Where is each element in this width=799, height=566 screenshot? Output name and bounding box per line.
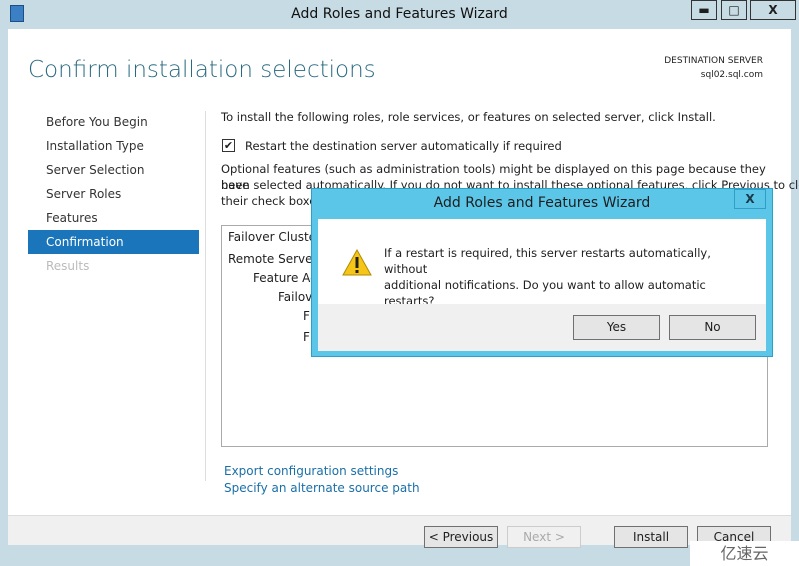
sidebar-item-confirmation[interactable]: Confirmation xyxy=(28,230,199,254)
no-button[interactable]: No xyxy=(669,315,756,340)
previous-button[interactable]: < Previous xyxy=(424,526,498,548)
list-item: F xyxy=(303,330,310,344)
yes-button[interactable]: Yes xyxy=(573,315,660,340)
warning-icon xyxy=(342,249,372,276)
dialog-message-line-1: If a restart is required, this server re… xyxy=(384,246,711,276)
dialog-body: If a restart is required, this server re… xyxy=(318,219,766,351)
maximize-button[interactable]: □ xyxy=(721,0,747,20)
next-button: Next > xyxy=(507,526,581,548)
window-titlebar: Add Roles and Features Wizard ▬ □ X xyxy=(0,0,799,29)
sidebar-item-server-selection[interactable]: Server Selection xyxy=(28,158,199,182)
sidebar-item-features[interactable]: Features xyxy=(28,206,199,230)
restart-confirm-dialog: Add Roles and Features Wizard X If a res… xyxy=(311,188,773,357)
export-configuration-link[interactable]: Export configuration settings xyxy=(224,464,398,478)
install-button[interactable]: Install xyxy=(614,526,688,548)
alternate-source-link[interactable]: Specify an alternate source path xyxy=(224,481,420,495)
sidebar-item-server-roles[interactable]: Server Roles xyxy=(28,182,199,206)
page-title: Confirm installation selections xyxy=(28,57,376,83)
watermark-logo: 亿速云 xyxy=(690,541,799,566)
window-title: Add Roles and Features Wizard xyxy=(291,6,508,22)
dialog-title: Add Roles and Features Wizard xyxy=(433,195,651,211)
destination-server-label: DESTINATION SERVER xyxy=(664,56,763,66)
divider xyxy=(205,111,206,481)
list-item: Failover Cluster xyxy=(228,230,321,244)
footer: < Previous Next > Install Cancel xyxy=(8,515,791,548)
close-button[interactable]: X xyxy=(750,0,796,20)
sidebar-item-before-you-begin[interactable]: Before You Begin xyxy=(28,110,199,134)
dialog-button-area: Yes No xyxy=(318,304,766,351)
list-item: F xyxy=(303,309,310,323)
restart-checkbox-label[interactable]: Restart the destination server automatic… xyxy=(245,138,562,154)
destination-server-value: sql02.sql.com xyxy=(700,70,763,80)
list-item: Failov xyxy=(278,290,313,304)
list-item: Feature Ad xyxy=(253,271,318,285)
dialog-close-button[interactable]: X xyxy=(734,189,766,209)
instruction-text: To install the following roles, role ser… xyxy=(221,110,716,124)
minimize-button[interactable]: ▬ xyxy=(691,0,717,20)
sidebar-item-results: Results xyxy=(46,259,90,273)
sidebar-item-installation-type[interactable]: Installation Type xyxy=(28,134,199,158)
dialog-message: If a restart is required, this server re… xyxy=(384,245,754,309)
restart-checkbox[interactable]: ✔ xyxy=(222,139,235,152)
